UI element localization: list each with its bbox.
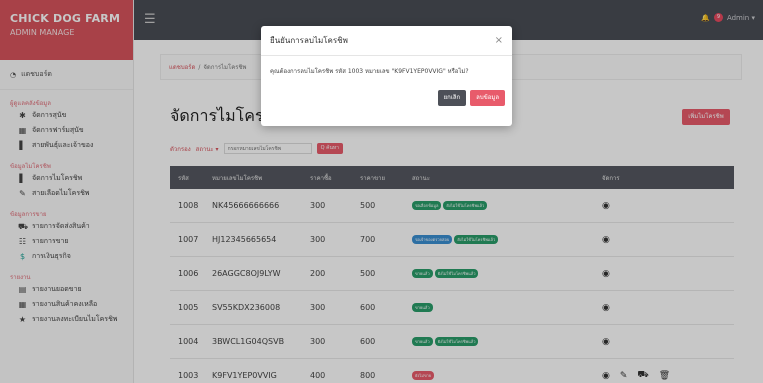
confirm-delete-button[interactable]: ลบข้อมูล xyxy=(470,90,505,106)
modal-footer: ยกเลิก ลบข้อมูล xyxy=(437,90,505,106)
delete-confirm-modal: ยืนยันการลบไมโครชิพ × คุณต้องการลบไมโครช… xyxy=(261,26,512,126)
cancel-button[interactable]: ยกเลิก xyxy=(437,90,467,106)
close-icon[interactable]: × xyxy=(495,35,503,46)
modal-header: ยืนยันการลบไมโครชิพ × xyxy=(261,26,512,56)
modal-message: คุณต้องการลบไมโครชิพ รหัส 1003 หมายเลข "… xyxy=(270,68,469,75)
modal-title: ยืนยันการลบไมโครชิพ xyxy=(270,36,348,45)
